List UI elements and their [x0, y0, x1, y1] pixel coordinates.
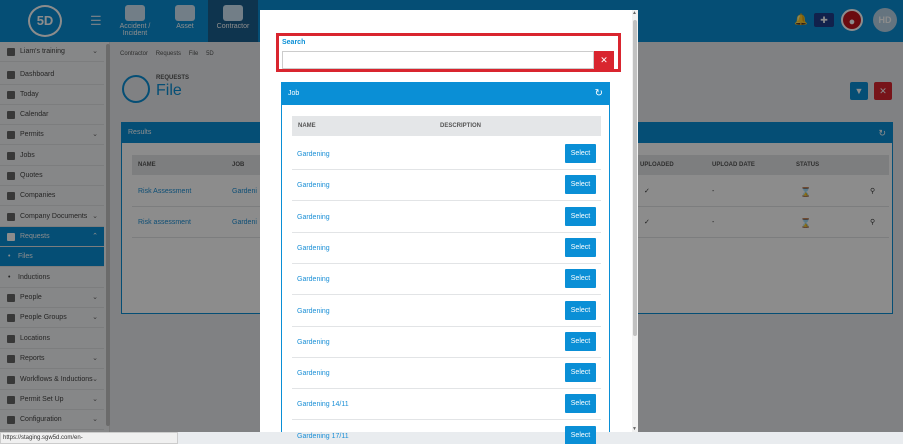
select-button[interactable]: Select — [565, 144, 596, 163]
job-name-link[interactable]: Gardening 14/11 — [297, 389, 349, 420]
table-row: Gardening Select — [292, 327, 601, 358]
table-row: Gardening Select — [292, 264, 601, 296]
refresh-icon[interactable]: ↻ — [595, 83, 603, 105]
job-name-link[interactable]: Gardening — [297, 139, 330, 170]
modal-scrollbar[interactable]: ▲ ▼ — [632, 10, 638, 432]
select-button[interactable]: Select — [565, 269, 596, 289]
search-label: Search — [282, 39, 306, 46]
job-name-link[interactable]: Gardening — [297, 358, 330, 389]
select-button[interactable]: Select — [565, 394, 596, 414]
job-name-link[interactable]: Gardening — [297, 296, 330, 327]
job-panel: Job ↻ NAME DESCRIPTION Gardening Select Ga… — [281, 82, 610, 444]
table-row: Gardening Select — [292, 202, 601, 233]
select-button[interactable]: Select — [565, 331, 596, 351]
select-button[interactable]: Select — [565, 363, 596, 383]
table-row: Gardening Select — [292, 358, 601, 390]
job-select-modal: Search ✕ Job ↻ NAME DESCRIPTION Gardenin… — [260, 10, 638, 444]
scrollbar-thumb[interactable] — [633, 20, 637, 336]
scroll-down-icon[interactable]: ▼ — [632, 426, 637, 432]
job-name-link[interactable]: Gardening — [297, 264, 330, 295]
job-name-link[interactable]: Gardening 17/11 — [297, 421, 349, 444]
job-name-link[interactable]: Gardening — [297, 202, 330, 233]
search-section: Search ✕ — [276, 33, 621, 72]
select-button[interactable]: Select — [565, 300, 596, 320]
job-name-link[interactable]: Gardening — [297, 233, 330, 264]
table-row: Gardening Select — [292, 233, 601, 264]
job-panel-header: Job ↻ — [282, 83, 609, 105]
select-button[interactable]: Select — [565, 425, 596, 444]
clear-search-button[interactable]: ✕ — [594, 51, 614, 69]
table-row: Gardening Select — [292, 139, 601, 170]
select-button[interactable]: Select — [565, 175, 596, 195]
job-name-link[interactable]: Gardening — [297, 327, 330, 358]
table-row: Gardening 17/11 Select — [292, 421, 601, 444]
select-button[interactable]: Select — [565, 237, 596, 257]
table-row: Gardening Select — [292, 170, 601, 202]
close-icon: ✕ — [600, 55, 608, 65]
search-input[interactable] — [282, 51, 594, 69]
table-row: Gardening 14/11 Select — [292, 389, 601, 421]
select-button[interactable]: Select — [565, 206, 596, 226]
table-row: Gardening Select — [292, 296, 601, 327]
job-table-header: NAME DESCRIPTION — [292, 116, 601, 136]
scroll-up-icon[interactable]: ▲ — [632, 10, 637, 16]
status-url: https://staging.sgw5d.com/en-GB/contract… — [0, 432, 178, 444]
job-name-link[interactable]: Gardening — [297, 170, 330, 201]
